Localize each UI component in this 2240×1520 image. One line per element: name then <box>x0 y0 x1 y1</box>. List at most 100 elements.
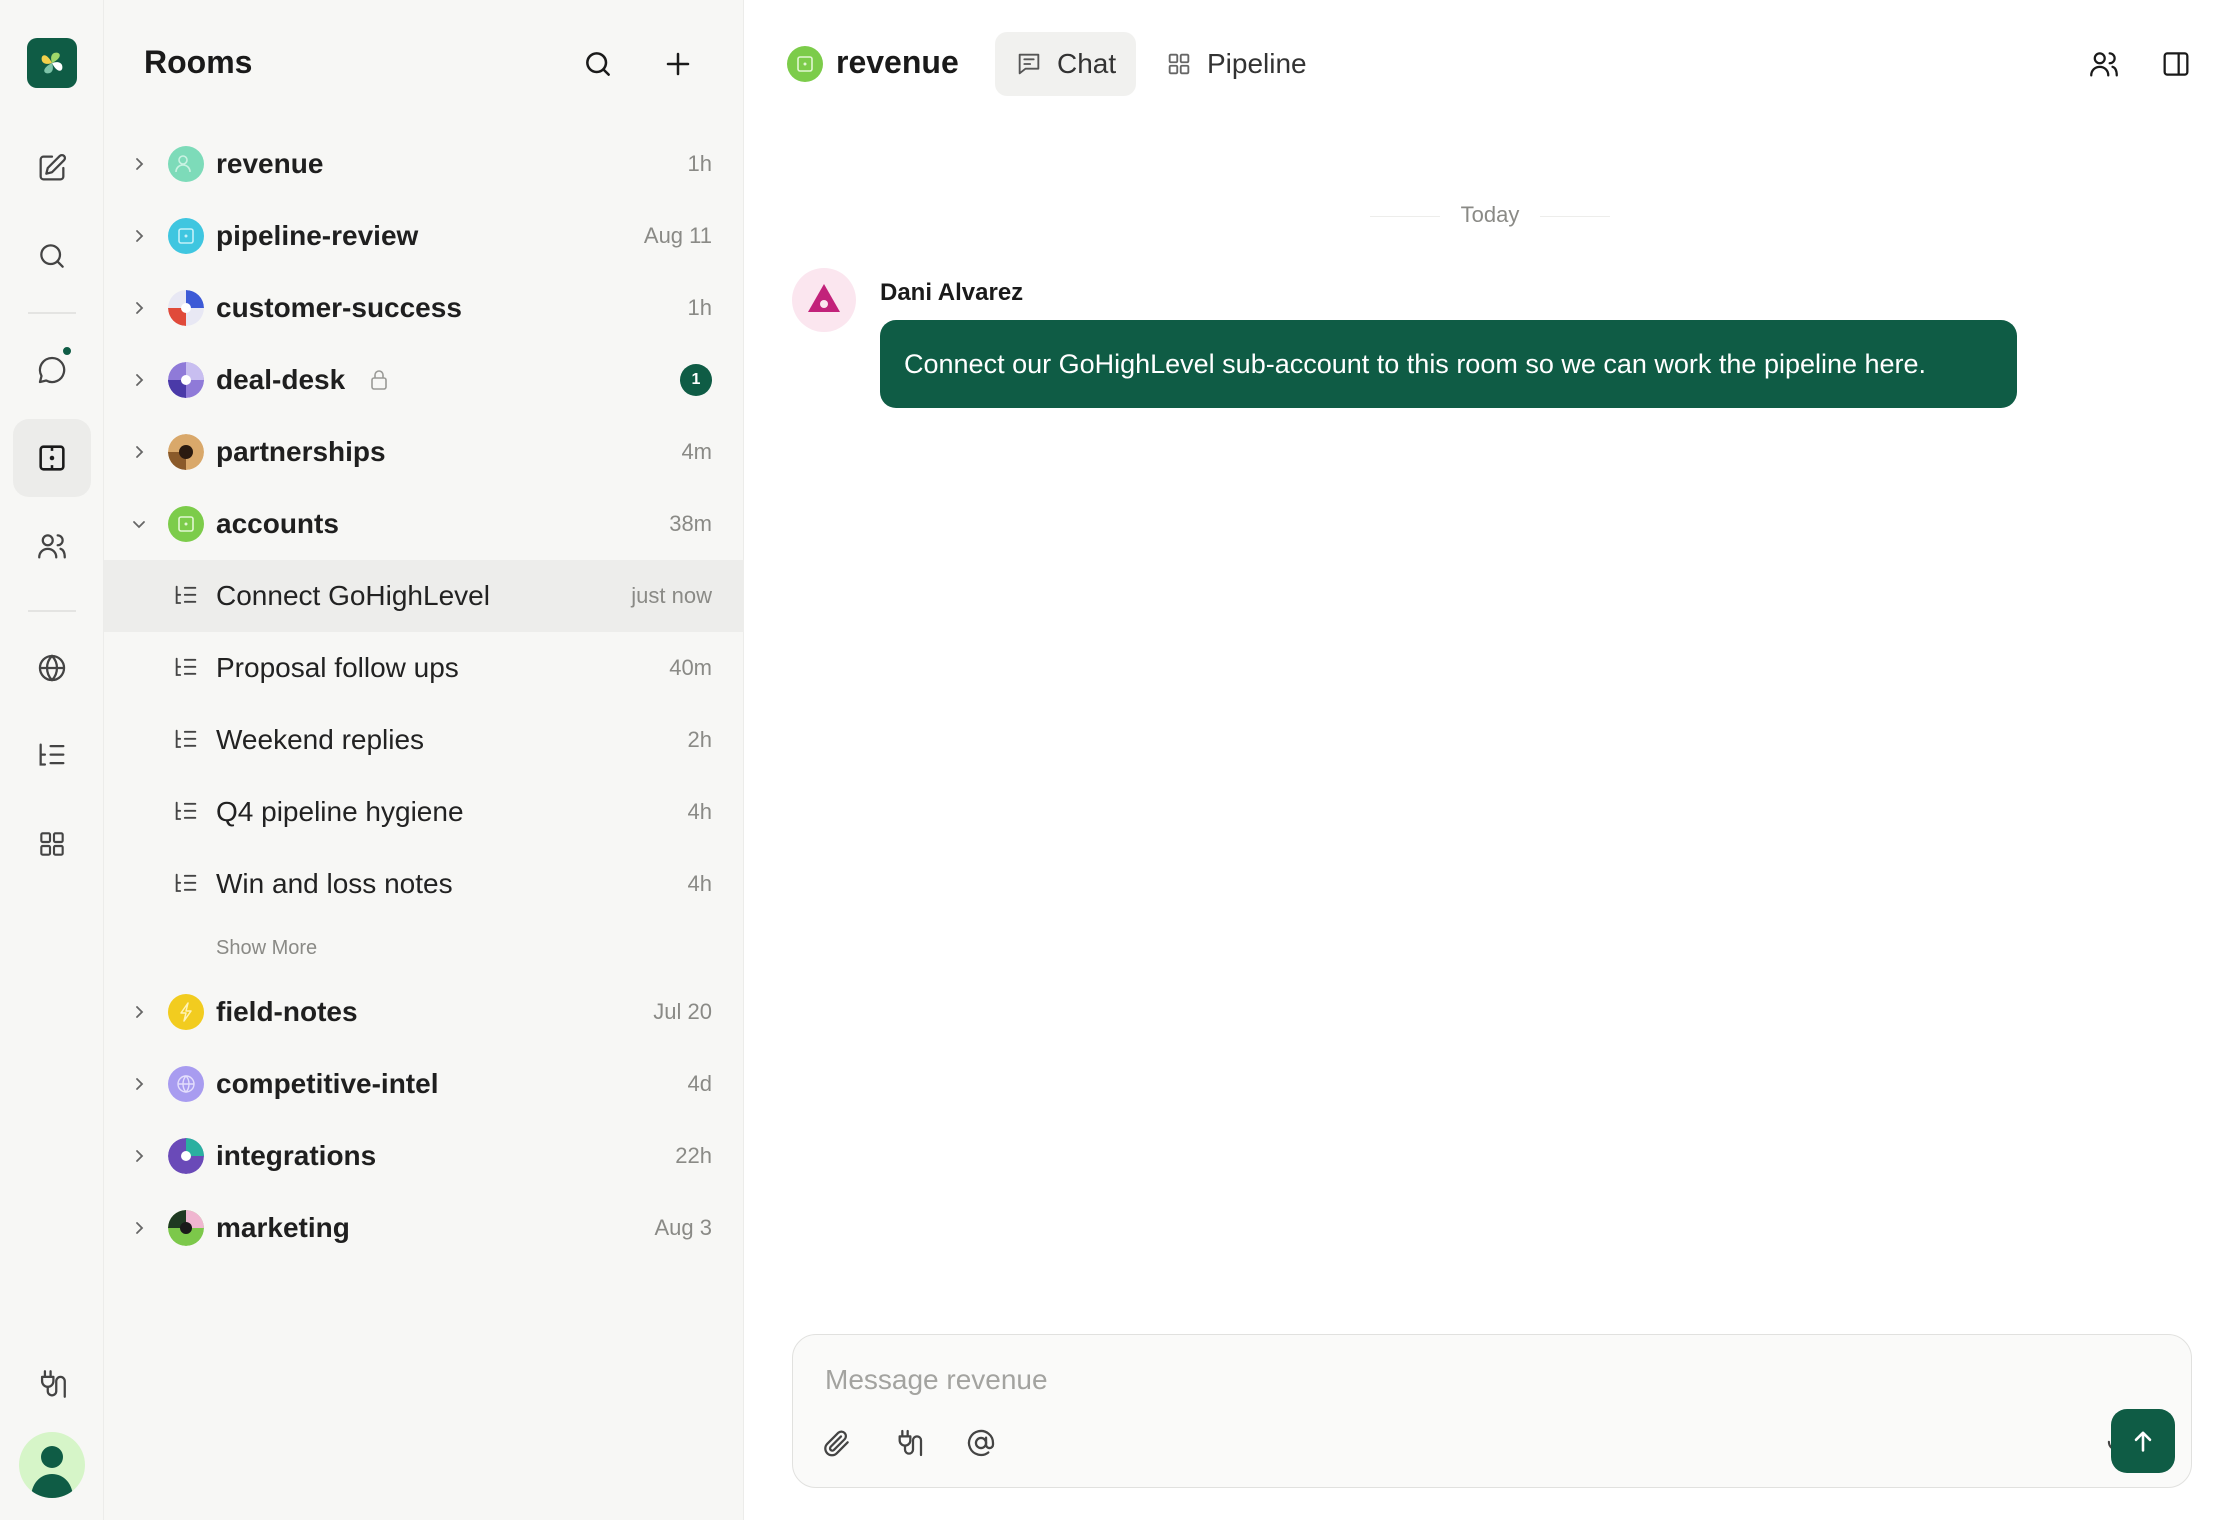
room-time: Aug 3 <box>654 1215 713 1240</box>
send-button[interactable] <box>2111 1409 2175 1473</box>
members-button[interactable] <box>2084 44 2124 84</box>
lock-icon <box>368 368 390 392</box>
room-item-partnerships[interactable]: partnerships 4m <box>104 416 744 488</box>
room-name: pipeline-review <box>216 220 419 251</box>
room-item-pipeline-review[interactable]: pipeline-review Aug 11 <box>104 200 744 272</box>
sidebar-panel-icon <box>2163 52 2189 76</box>
rail-compose-button[interactable] <box>17 133 87 203</box>
room-item-accounts[interactable]: accounts 38m <box>104 488 744 560</box>
chevron-right-icon[interactable] <box>128 153 150 175</box>
grid-icon <box>1168 53 1190 75</box>
room-name: competitive-intel <box>216 1068 439 1099</box>
add-room-button[interactable] <box>654 40 702 88</box>
plus-icon <box>666 52 690 76</box>
room-item-revenue[interactable]: revenue 1h <box>104 128 744 200</box>
room-item-marketing[interactable]: marketing Aug 3 <box>104 1192 744 1264</box>
room-name: customer-success <box>216 292 462 323</box>
at-sign-icon <box>967 1429 995 1457</box>
chat-bubble-icon <box>38 356 66 384</box>
unread-count-badge: 1 <box>680 364 712 396</box>
search-icon <box>40 244 64 268</box>
chevron-right-icon[interactable] <box>128 1145 150 1167</box>
tab-label: Chat <box>1057 48 1117 79</box>
compose-icon <box>39 153 67 181</box>
mention-button[interactable] <box>957 1419 1005 1467</box>
tab-chat[interactable]: Chat <box>995 32 1137 96</box>
room-name: integrations <box>216 1140 377 1171</box>
room-avatar <box>168 290 204 326</box>
rail-divider <box>28 610 76 612</box>
thread-time: just now <box>631 583 712 608</box>
thread-icon <box>175 657 197 676</box>
chat-main: revenue Chat Pipeline Today Dani Alvarez <box>745 0 2240 1520</box>
chevron-right-icon[interactable] <box>128 297 150 319</box>
thread-time: 40m <box>669 655 712 680</box>
chevron-down-icon[interactable] <box>128 513 150 535</box>
show-more-link[interactable]: Show More <box>216 937 317 960</box>
thread-item-win-and-loss-notes[interactable]: Win and loss notes 4h <box>104 848 744 920</box>
thread-name: Weekend replies <box>216 724 425 755</box>
author-avatar[interactable] <box>792 268 856 332</box>
thread-time: 4h <box>687 871 712 896</box>
rail-people-button[interactable] <box>17 511 87 581</box>
unread-dot <box>61 345 73 357</box>
person-silhouette-icon <box>31 1446 73 1498</box>
room-icon <box>797 56 813 72</box>
rooms-search-button[interactable] <box>574 40 622 88</box>
tab-pipeline[interactable]: Pipeline <box>1145 32 1327 96</box>
user-avatar[interactable] <box>19 1432 85 1498</box>
plug-icon <box>40 1370 66 1398</box>
thread-item-weekend-replies[interactable]: Weekend replies 2h <box>104 704 744 776</box>
message-input[interactable] <box>825 1357 2125 1403</box>
message-author: Dani Alvarez <box>880 279 1024 306</box>
paperclip-icon <box>824 1430 849 1457</box>
plug-icon <box>898 1429 923 1457</box>
thread-item-connect-gohighlevel[interactable]: Connect GoHighLevel just now <box>104 560 744 632</box>
rooms-title: Rooms <box>144 44 253 80</box>
chevron-right-icon[interactable] <box>128 1001 150 1023</box>
chevron-right-icon[interactable] <box>128 1073 150 1095</box>
attach-button[interactable] <box>813 1419 861 1467</box>
thread-icon <box>175 585 197 604</box>
rail-apps-button[interactable] <box>17 809 87 879</box>
abstract-avatar-icon <box>168 1210 204 1246</box>
chevron-right-icon[interactable] <box>128 441 150 463</box>
room-avatar <box>168 994 204 1030</box>
globe-icon <box>177 1075 195 1093</box>
logo-mark-icon <box>41 52 63 74</box>
people-icon <box>175 155 191 173</box>
rail-search-button[interactable] <box>17 221 87 291</box>
icon-rail <box>0 0 104 1520</box>
room-time: Aug 11 <box>643 223 712 248</box>
rail-integrations-button[interactable] <box>17 1349 87 1419</box>
room-item-competitive-intel[interactable]: competitive-intel 4d <box>104 1048 744 1120</box>
chevron-right-icon[interactable] <box>128 369 150 391</box>
abstract-avatar-icon <box>168 362 204 398</box>
chevron-right-icon[interactable] <box>128 225 150 247</box>
room-avatar <box>168 1138 204 1174</box>
people-icon <box>2090 52 2118 77</box>
room-time: 1h <box>687 151 712 176</box>
room-item-deal-desk[interactable]: deal-desk 1 <box>104 344 744 416</box>
room-name: field-notes <box>216 996 358 1027</box>
rail-chats-button[interactable] <box>17 335 87 405</box>
rail-threads-button[interactable] <box>17 721 87 791</box>
room-item-field-notes[interactable]: field-notes Jul 20 <box>104 976 744 1048</box>
room-item-customer-success[interactable]: customer-success 1h <box>104 272 744 344</box>
room-name: partnerships <box>216 436 386 467</box>
thread-time: 2h <box>687 727 712 752</box>
chevron-right-icon[interactable] <box>128 1217 150 1239</box>
app-logo[interactable] <box>27 38 77 88</box>
room-item-integrations[interactable]: integrations 22h <box>104 1120 744 1192</box>
rail-explore-button[interactable] <box>17 633 87 703</box>
room-time: 1h <box>687 295 712 320</box>
integrations-button[interactable] <box>885 1419 933 1467</box>
triangle-avatar-icon <box>808 284 840 312</box>
rooms-panel: Rooms revenue 1h pipeline-review Aug 11 … <box>104 0 744 1520</box>
rail-rooms-button[interactable] <box>13 419 91 497</box>
thread-item-q4-pipeline-hygiene[interactable]: Q4 pipeline hygiene 4h <box>104 776 744 848</box>
room-icon <box>39 445 65 471</box>
toggle-sidebar-button[interactable] <box>2156 44 2196 84</box>
thread-item-proposal-follow-ups[interactable]: Proposal follow ups 40m <box>104 632 744 704</box>
abstract-avatar-icon <box>168 1138 204 1174</box>
